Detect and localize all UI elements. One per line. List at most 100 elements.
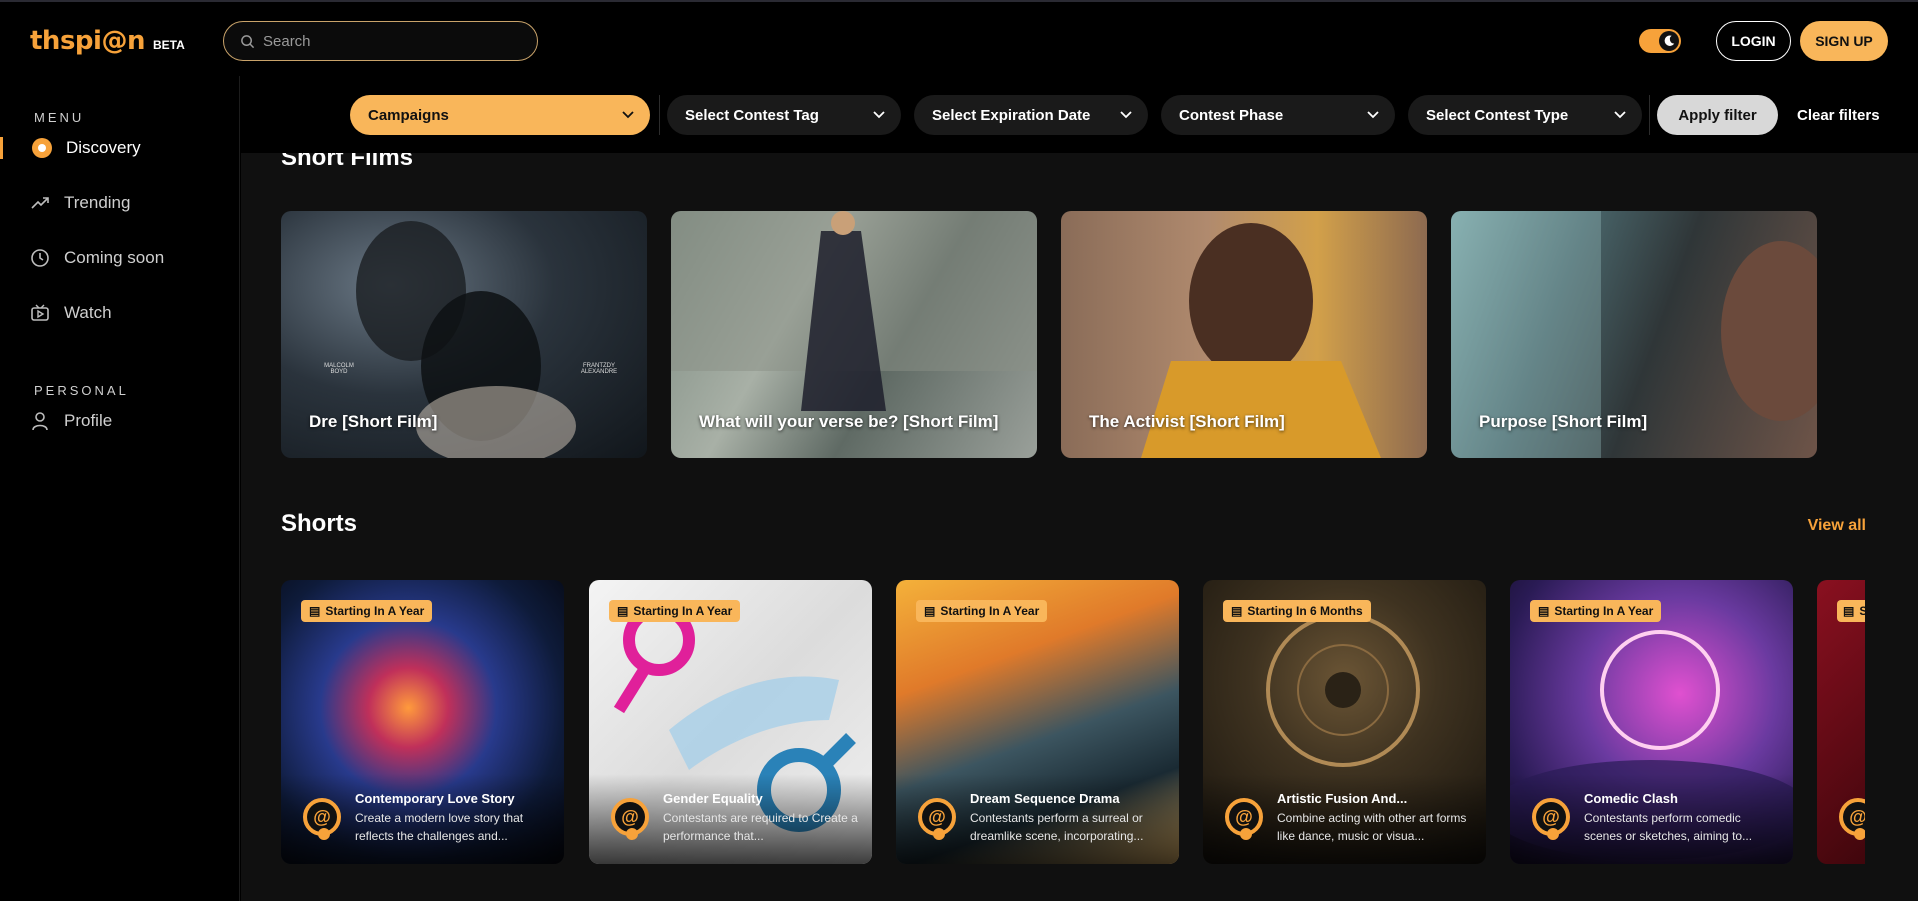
poster-credit-left: MALCOLM BOYD [324,363,354,375]
sidebar-item-label: Discovery [66,138,141,157]
status-badge: ▤ Starting In A Year [609,600,741,622]
sidebar-item-label: Watch [64,303,112,322]
apply-filter-button[interactable]: Apply filter [1657,95,1778,135]
film-title: Dre [Short Film] [309,412,438,431]
avatar: @ [1532,798,1570,840]
badge-text: Starting In A Year [633,604,733,618]
badge-text: Starting In 6 Months [1247,604,1363,618]
avatar: @ [1225,798,1263,840]
film-card[interactable]: MALCOLM BOYD FRANTZDY ALEXANDRE Dre [Sho… [281,211,647,458]
status-badge: ▤ Starting In 6 Months [1223,600,1371,622]
short-card[interactable]: ▤ Starting In 6 Months @ Artistic Fusion … [1203,580,1486,864]
film-title: The Activist [Short Film] [1089,412,1285,431]
badge-text: Starting In A Year [1554,604,1654,618]
short-description: Contestants are required to Create a per… [663,811,858,843]
film-card[interactable]: What will your verse be? [Short Film] [671,211,1037,458]
menu-section-label: MENU [34,110,85,125]
short-card[interactable]: ▤ Starting In A Year @ Contemporary Love … [281,580,564,864]
badge-text: Starting In A Year [940,604,1040,618]
search-box[interactable] [223,21,538,61]
logo-wordmark: thspi@n [30,26,145,56]
chevron-down-icon [1367,111,1379,119]
short-title: Artistic Fusion And... [1277,791,1408,806]
badge-text: Starting In A Year [325,604,425,618]
sidebar-item-profile[interactable]: Profile [30,407,112,435]
logo[interactable]: thspi@n BETA [30,26,185,56]
calendar-icon: ▤ [617,604,629,618]
calendar-icon: ▤ [924,604,936,618]
short-description: Create a modern love story that reflects… [355,811,524,843]
sidebar-item-trending[interactable]: Trending [30,189,130,217]
status-badge: ▤ S [1837,600,1865,622]
sidebar-item-label: Profile [64,411,113,430]
discovery-icon [32,138,52,158]
sidebar-item-label: Trending [64,193,131,212]
sidebar-item-watch[interactable]: Watch [30,299,112,327]
calendar-icon: ▤ [1538,604,1550,618]
view-all-link[interactable]: View all [1808,517,1866,535]
avatar: @ [611,798,649,840]
divider [1649,95,1650,135]
badge-text: S [1859,604,1865,618]
avatar: @ [303,798,341,840]
filter-contest-type[interactable]: Select Contest Type [1408,95,1642,135]
status-badge: ▤ Starting In A Year [1530,600,1662,622]
main-content: Short Films MALCOLM BOYD FRANTZDY ALEXAN… [241,76,1918,901]
short-title: Comedic Clash [1584,791,1678,806]
filter-bar: Campaigns Select Contest Tag Select Expi… [241,76,1918,153]
clock-icon [31,249,49,267]
short-card[interactable]: ▤ Starting In A Year @ Dream Sequence Dra… [896,580,1179,864]
signup-button[interactable]: SIGN UP [1800,21,1888,61]
status-badge: ▤ Starting In A Year [916,600,1048,622]
search-icon [241,34,255,48]
moon-icon [1659,31,1679,51]
avatar: @ [918,798,956,840]
short-card[interactable]: ▤ Starting In A Year @ Gender Equality Co… [589,580,872,864]
chevron-down-icon [622,111,634,119]
filter-contest-tag[interactable]: Select Contest Tag [667,95,901,135]
user-icon [32,412,48,431]
short-title: Contemporary Love Story [355,791,515,806]
watch-icon [31,304,49,321]
avatar: @ [1839,798,1865,840]
active-indicator [0,137,3,159]
trending-icon [31,197,49,209]
chevron-down-icon [1614,111,1626,119]
filter-label: Select Contest Tag [685,106,819,124]
personal-section-label: PERSONAL [34,383,129,398]
sidebar-item-discovery[interactable]: Discovery [32,134,141,162]
filter-label: Select Expiration Date [932,106,1091,124]
top-header: thspi@n BETA LOGIN SIGN UP [0,0,1918,76]
calendar-icon: ▤ [309,604,321,618]
calendar-icon: ▤ [1843,604,1855,618]
film-title: What will your verse be? [Short Film] [699,412,999,431]
clear-filters-button[interactable]: Clear filters [1797,95,1880,135]
short-card-partial[interactable]: ▤S @ [1817,580,1865,864]
search-input[interactable] [263,32,523,50]
sidebar-item-coming-soon[interactable]: Coming soon [30,244,164,272]
film-title: Purpose [Short Film] [1479,412,1648,431]
beta-badge: BETA [152,38,185,52]
chevron-down-icon [1120,111,1132,119]
short-description: Contestants perform a surreal or dreamli… [970,811,1144,843]
short-card[interactable]: ▤ Starting In A Year @ Comedic Clash Cont… [1510,580,1793,864]
filter-label: Campaigns [368,106,449,124]
film-card[interactable]: The Activist [Short Film] [1061,211,1427,458]
calendar-icon: ▤ [1231,604,1243,618]
theme-toggle[interactable] [1639,29,1681,53]
filter-label: Select Contest Type [1426,106,1569,124]
short-title: Gender Equality [663,791,763,806]
short-description: Combine acting with other art forms like… [1277,811,1467,843]
poster-credit-right: FRANTZDY ALEXANDRE [580,363,618,375]
short-title: Dream Sequence Drama [970,791,1120,806]
film-card[interactable]: Purpose [Short Film] [1451,211,1817,458]
chevron-down-icon [873,111,885,119]
short-description: Contestants perform comedic scenes or sk… [1584,811,1753,843]
filter-campaigns[interactable]: Campaigns [350,95,650,135]
filter-expiration-date[interactable]: Select Expiration Date [914,95,1148,135]
filter-contest-phase[interactable]: Contest Phase [1161,95,1395,135]
login-button[interactable]: LOGIN [1716,21,1791,61]
filter-label: Contest Phase [1179,106,1284,124]
sidebar-item-label: Coming soon [64,248,165,267]
divider [659,95,660,135]
